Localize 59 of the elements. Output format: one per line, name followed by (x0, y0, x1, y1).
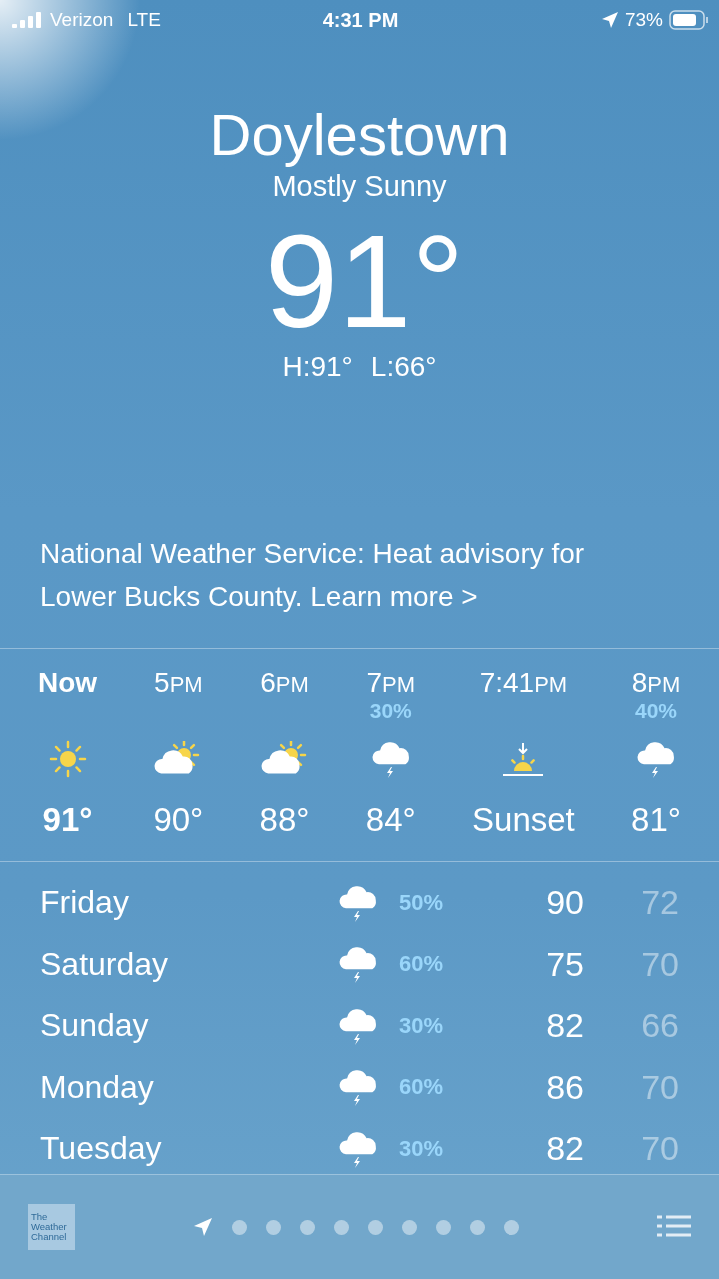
hour-temperature: 91° (42, 801, 93, 839)
precipitation-chance: 60% (398, 951, 445, 978)
hour-label: 7:41PM (479, 667, 568, 699)
precipitation-chance: 30% (398, 1012, 445, 1039)
high-temperature: 90 (545, 883, 584, 923)
signal-icon (12, 12, 44, 28)
page-dot[interactable] (300, 1219, 315, 1235)
hour-temperature: 88° (259, 801, 310, 839)
low-temperature: 72 (640, 883, 679, 923)
day-name: Friday (40, 884, 130, 922)
weather-channel-logo[interactable]: The Weather Channel (28, 1204, 75, 1250)
low-temperature: 70 (640, 944, 679, 984)
day-name: Sunday (40, 1007, 150, 1045)
hour-temperature: 84° (365, 801, 416, 839)
carrier-name: Verizon (50, 9, 114, 31)
precipitation-chance: 60% (398, 1074, 445, 1101)
condition-text: Mostly Sunny (272, 170, 447, 203)
page-dot[interactable] (470, 1219, 485, 1235)
page-dot[interactable] (266, 1219, 281, 1235)
thunderstorm-icon (370, 739, 411, 779)
page-dot[interactable] (232, 1219, 247, 1235)
high-temperature: 82 (545, 1129, 584, 1169)
page-dot[interactable] (334, 1219, 349, 1235)
precipitation-chance: 40% (635, 699, 678, 722)
hour-label: 5PM (154, 667, 203, 699)
network-type: LTE (127, 9, 161, 31)
precipitation-chance: 30% (369, 699, 412, 722)
day-name: Saturday (40, 945, 170, 983)
battery-icon (669, 10, 709, 30)
low-temperature: 70 (640, 1129, 679, 1169)
precipitation-chance: 50% (398, 889, 445, 916)
list-icon[interactable] (657, 1215, 691, 1239)
hour-temperature: 90° (153, 801, 204, 839)
page-dot[interactable] (368, 1219, 383, 1235)
day-name: Tuesday (40, 1130, 163, 1168)
location-arrow-icon[interactable] (193, 1217, 213, 1237)
clock-time: 4:31 PM (322, 8, 399, 32)
hour-label: 7PM (366, 667, 416, 699)
day-name: Monday (40, 1068, 155, 1106)
high-temperature: 86 (545, 1067, 584, 1107)
learn-more-link[interactable]: Learn more > (310, 581, 478, 612)
page-dot[interactable] (436, 1219, 451, 1235)
high-temperature: 75 (545, 944, 584, 984)
low-temperature: 70 (640, 1067, 679, 1107)
hour-label: 8PM (631, 667, 681, 699)
hour-temperature: 81° (631, 801, 681, 839)
sun-icon (48, 740, 87, 778)
hour-label: 6PM (260, 667, 309, 699)
hour-label: Now (38, 667, 98, 699)
page-dot[interactable] (402, 1219, 417, 1235)
advisory-text: National Weather Service: Heat advisory for Lower Bucks County. Learn more > (39, 537, 586, 614)
low-temperature: 66 (640, 1006, 679, 1046)
city-name: Doylestown (209, 101, 510, 169)
page-dot[interactable] (504, 1219, 519, 1235)
hour-temperature: Sunset (472, 801, 575, 839)
high-temperature: 82 (545, 1006, 584, 1046)
thunderstorm-icon (636, 739, 676, 779)
location-arrow-icon (600, 11, 619, 29)
battery-percent: 73% (624, 9, 663, 31)
